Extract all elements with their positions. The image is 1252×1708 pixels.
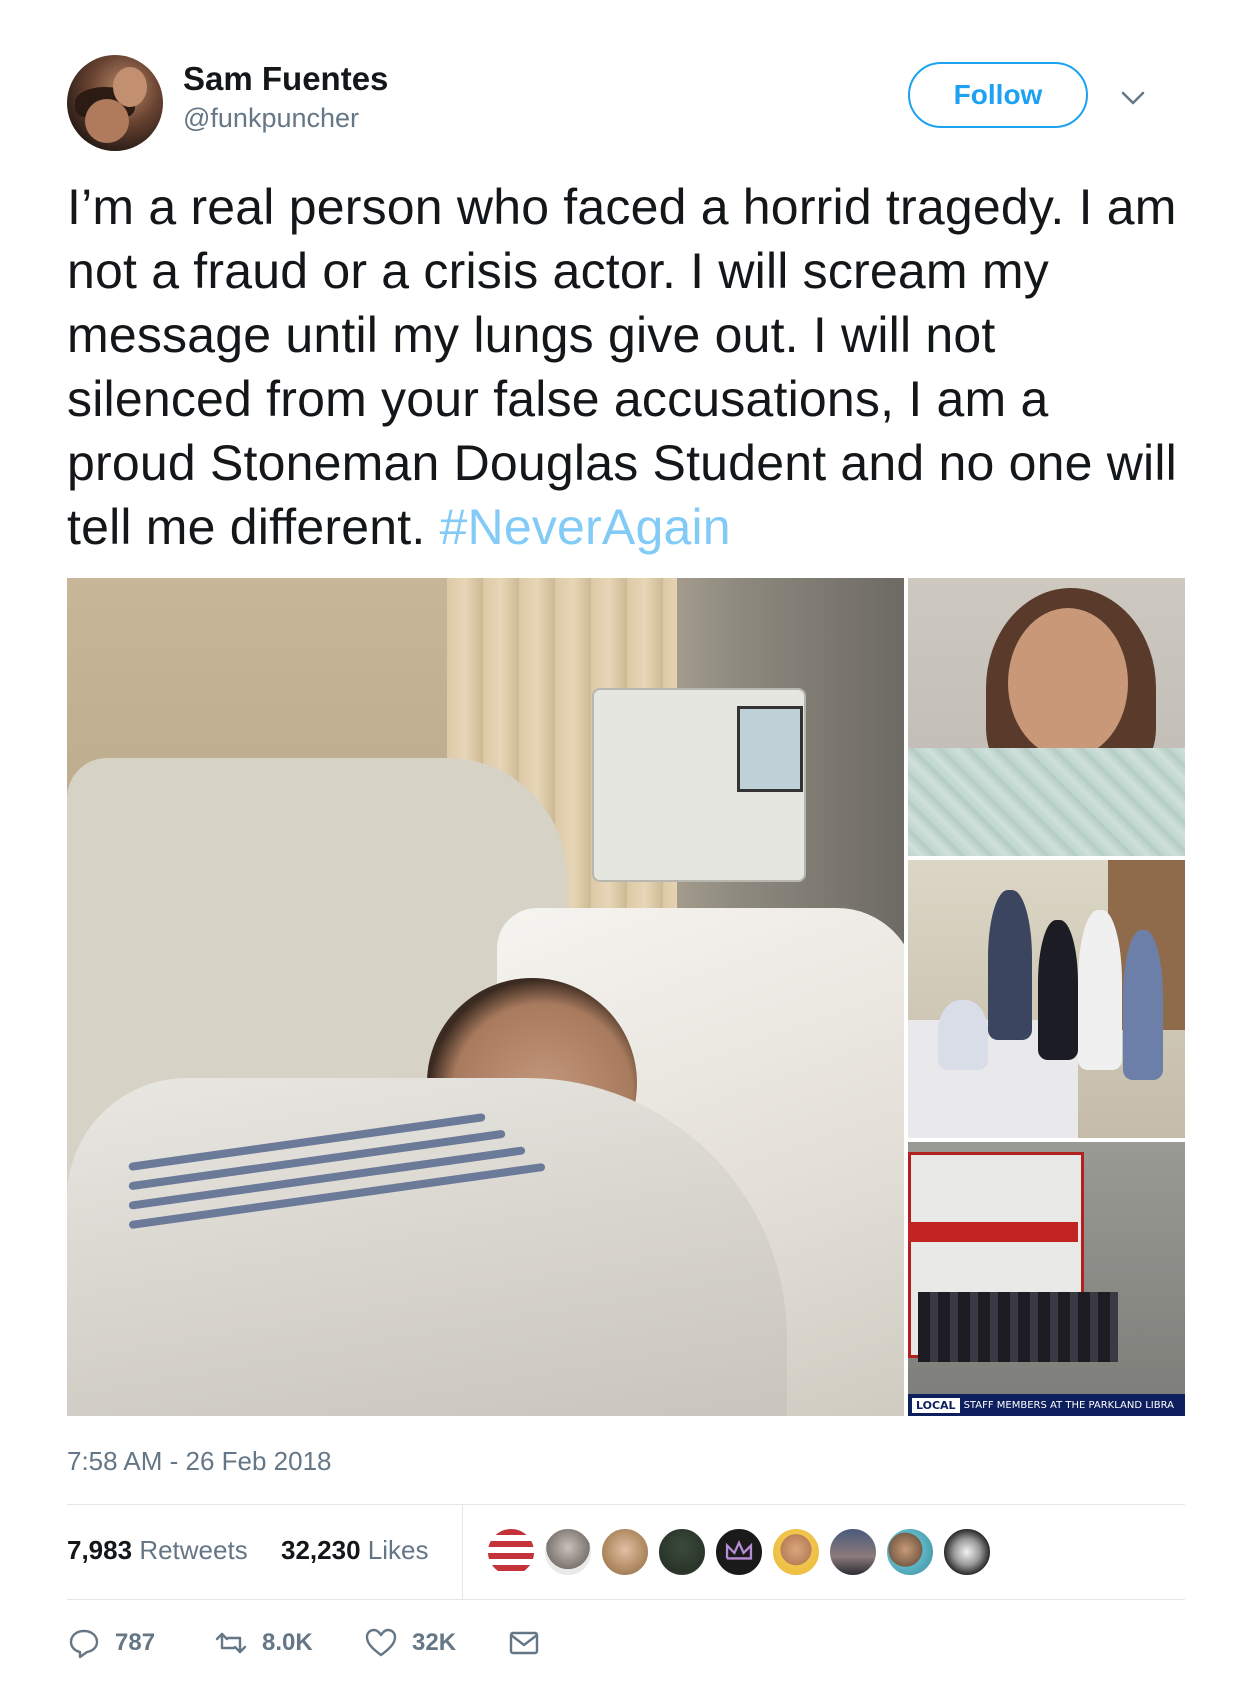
reply-count: 787 xyxy=(115,1629,156,1656)
tweet-stats: 7,983 Retweets 32,230 Likes xyxy=(67,1505,1185,1599)
tweet-timestamp[interactable]: 7:58 AM - 26 Feb 2018 xyxy=(67,1446,332,1477)
user-handle[interactable]: @funkpuncher xyxy=(183,103,359,134)
retweets-count: 7,983 xyxy=(67,1535,133,1565)
liker-avatar[interactable] xyxy=(486,1527,536,1577)
photo-news-footage[interactable]: LOCAL STAFF MEMBERS AT THE PARKLAND LIBR… xyxy=(908,1142,1185,1416)
liker-avatar[interactable] xyxy=(657,1527,707,1577)
user-avatar[interactable] xyxy=(67,55,163,151)
liker-avatar[interactable] xyxy=(714,1527,764,1577)
tweet-text: I’m a real person who faced a horrid tra… xyxy=(67,175,1185,559)
retweets-stat[interactable]: 7,983 Retweets xyxy=(67,1535,248,1566)
likes-label: Likes xyxy=(367,1535,429,1565)
hashtag-link[interactable]: #NeverAgain xyxy=(440,499,731,555)
news-ticker: STAFF MEMBERS AT THE PARKLAND LIBRA xyxy=(963,1399,1174,1411)
follow-button[interactable]: Follow xyxy=(908,62,1088,128)
envelope-icon xyxy=(509,1631,539,1655)
direct-message-button[interactable] xyxy=(507,1618,555,1668)
liker-avatar[interactable] xyxy=(600,1527,650,1577)
photo-selfie[interactable] xyxy=(908,578,1185,856)
crown-icon xyxy=(725,1540,753,1560)
news-tag: LOCAL xyxy=(912,1397,960,1413)
liker-avatar[interactable] xyxy=(885,1527,935,1577)
tweet-actions: 787 8.0K 32K xyxy=(67,1618,1185,1668)
likes-stat[interactable]: 32,230 Likes xyxy=(281,1535,428,1566)
reply-icon xyxy=(69,1629,99,1659)
media-grid: LOCAL STAFF MEMBERS AT THE PARKLAND LIBR… xyxy=(67,578,1185,1416)
retweets-label: Retweets xyxy=(139,1535,248,1565)
liker-avatar[interactable] xyxy=(543,1527,593,1577)
like-count: 32K xyxy=(412,1629,457,1656)
photo-hospital-bed[interactable] xyxy=(67,578,904,1416)
retweet-icon xyxy=(215,1632,247,1654)
tweet: Sam Fuentes @funkpuncher Follow I’m a re… xyxy=(67,0,1185,1708)
heart-icon xyxy=(365,1628,397,1657)
news-lower-third: LOCAL STAFF MEMBERS AT THE PARKLAND LIBR… xyxy=(908,1394,1185,1416)
display-name[interactable]: Sam Fuentes xyxy=(183,60,388,98)
reply-button[interactable]: 787 xyxy=(67,1618,155,1668)
liker-avatar[interactable] xyxy=(942,1527,992,1577)
stats-divider xyxy=(462,1505,463,1599)
liker-avatar[interactable] xyxy=(828,1527,878,1577)
chevron-down-icon[interactable] xyxy=(1117,82,1149,114)
like-button[interactable]: 32K xyxy=(364,1618,456,1668)
photo-group[interactable] xyxy=(908,860,1185,1138)
retweet-button[interactable]: 8.0K xyxy=(214,1618,313,1668)
liker-avatar[interactable] xyxy=(771,1527,821,1577)
likes-count: 32,230 xyxy=(281,1535,361,1565)
divider xyxy=(67,1599,1185,1600)
retweet-count: 8.0K xyxy=(262,1629,313,1656)
